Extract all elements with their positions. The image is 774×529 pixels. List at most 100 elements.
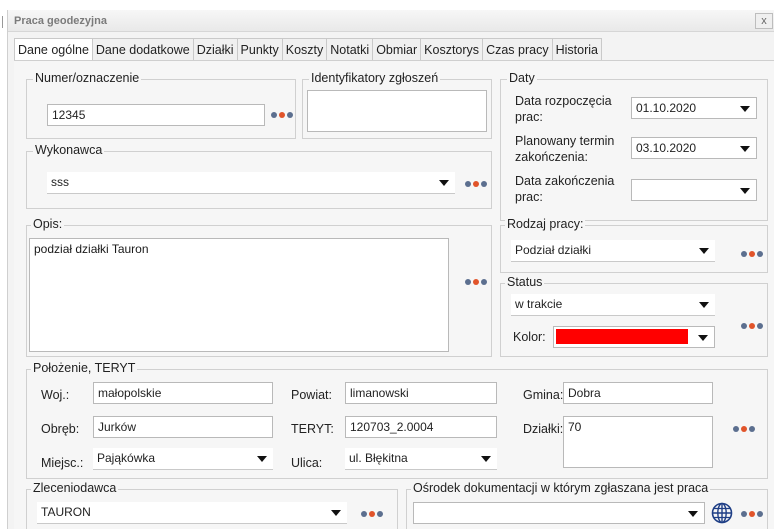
group-daty: Daty Data rozpoczęcia prac: 01.10.2020 P… — [500, 71, 768, 221]
start-date-label-line2: prac: — [515, 110, 543, 124]
obreb-input[interactable]: Jurków — [93, 416, 273, 438]
chevron-down-icon — [740, 188, 750, 194]
tab-czas-pracy[interactable]: Czas pracy — [482, 38, 553, 60]
end-date-picker[interactable] — [631, 179, 757, 201]
wykonawca-value: sss — [51, 175, 69, 189]
group-status: Status w trakcie Kolor: — [500, 275, 769, 357]
miejsc-select[interactable]: Pająkówka — [93, 448, 273, 470]
osrodek-select[interactable] — [413, 502, 705, 524]
start-date-value: 01.10.2020 — [636, 101, 697, 115]
osrodek-more-icon[interactable] — [741, 510, 769, 518]
tab-punkty[interactable]: Punkty — [236, 38, 283, 60]
group-numer: Numer/oznaczenie 12345 — [26, 71, 299, 139]
woj-input[interactable]: małopolskie — [93, 382, 273, 404]
teryt-input[interactable]: 120703_2.0004 — [345, 416, 497, 438]
chevron-down-icon — [698, 335, 708, 341]
zleceniodawca-value: TAURON — [41, 505, 91, 519]
dzialki-label: Działki: — [523, 422, 564, 436]
title-bar: Praca geodezyjna x — [8, 10, 774, 32]
rodzaj-more-icon[interactable] — [741, 250, 769, 258]
status-legend: Status — [505, 275, 545, 289]
chevron-down-icon — [740, 106, 750, 112]
planned-date-value: 03.10.2020 — [636, 141, 697, 155]
obreb-label: Obręb: — [41, 422, 80, 436]
tab-kosztorys[interactable]: Kosztorys — [420, 38, 484, 60]
wykonawca-more-icon[interactable] — [465, 180, 493, 188]
rodzaj-value: Podział działki — [515, 243, 592, 257]
planned-date-picker[interactable]: 03.10.2020 — [631, 137, 757, 159]
chevron-down-icon — [257, 456, 267, 462]
polozenie-legend: Położenie, TERYT — [31, 361, 138, 375]
rodzaj-select[interactable]: Podział działki — [511, 240, 715, 262]
powiat-input[interactable]: limanowski — [345, 382, 497, 404]
tab-obmiar[interactable]: Obmiar — [372, 38, 422, 60]
wykonawca-legend: Wykonawca — [33, 143, 105, 157]
chevron-down-icon — [699, 248, 709, 254]
kolor-select[interactable] — [553, 326, 715, 348]
chevron-down-icon — [688, 511, 698, 517]
woj-label: Woj.: — [41, 388, 70, 402]
dzialki-more-icon[interactable] — [733, 425, 761, 433]
tab-panel-dane-ogolne: Numer/oznaczenie 12345 Identyfikatory zg… — [14, 60, 774, 529]
start-date-label-line1: Data rozpoczęcia — [515, 94, 612, 108]
gmina-input[interactable]: Dobra — [563, 382, 713, 404]
numer-more-icon[interactable] — [271, 111, 299, 119]
chevron-down-icon — [331, 510, 341, 516]
globe-icon[interactable] — [711, 502, 733, 524]
miejsc-label: Miejsc.: — [41, 456, 84, 470]
opis-legend: Opis: — [31, 217, 65, 231]
osrodek-legend: Ośrodek dokumentacji w którym zgłaszana … — [411, 481, 711, 495]
miejsc-value: Pająkówka — [97, 451, 156, 465]
status-more-icon[interactable] — [741, 322, 769, 330]
tab-strip: Dane ogólne Dane dodatkowe Działki Punkt… — [14, 38, 602, 62]
zleceniodawca-legend: Zleceniodawca — [31, 481, 119, 495]
tab-notatki[interactable]: Notatki — [326, 38, 374, 60]
ulica-select[interactable]: ul. Błękitna — [345, 448, 497, 470]
kolor-label: Kolor: — [513, 330, 546, 344]
chevron-down-icon — [481, 456, 491, 462]
opis-more-icon[interactable] — [465, 278, 493, 286]
wykonawca-select[interactable]: sss — [47, 172, 455, 194]
group-identyfikatory: Identyfikatory zgłoszeń — [302, 71, 492, 139]
ulica-label: Ulica: — [291, 456, 323, 470]
group-opis: Opis: podział działki Tauron — [26, 217, 493, 357]
powiat-label: Powiat: — [291, 388, 332, 402]
teryt-label: TERYT: — [291, 422, 334, 436]
tab-dane-dodatkowe[interactable]: Dane dodatkowe — [91, 38, 194, 60]
numer-input[interactable]: 12345 — [47, 104, 265, 126]
identyfikatory-legend: Identyfikatory zgłoszeń — [309, 71, 441, 85]
color-swatch — [556, 329, 688, 344]
end-date-label-line2: prac: — [515, 190, 543, 204]
chevron-down-icon — [699, 302, 709, 308]
start-date-picker[interactable]: 01.10.2020 — [631, 97, 757, 119]
planned-date-label-line1: Planowany termin — [515, 134, 615, 148]
group-polozenie: Położenie, TERYT Woj.: małopolskie Powia… — [26, 361, 768, 479]
end-date-label-line1: Data zakończenia — [515, 174, 615, 188]
tab-historia[interactable]: Historia — [551, 38, 602, 60]
identyfikatory-input[interactable] — [307, 90, 487, 132]
tab-dane-ogolne[interactable]: Dane ogólne — [14, 38, 93, 62]
zleceniodawca-select[interactable]: TAURON — [37, 502, 347, 524]
ulica-value: ul. Błękitna — [349, 451, 408, 465]
status-value: w trakcie — [515, 297, 563, 311]
tab-dzialki[interactable]: Działki — [192, 38, 238, 60]
group-wykonawca: Wykonawca sss — [26, 143, 493, 209]
rodzaj-legend: Rodzaj pracy: — [505, 217, 586, 231]
dialog-window: Praca geodezyjna x Dane ogólne Dane doda… — [7, 10, 774, 529]
close-button[interactable]: x — [755, 13, 773, 29]
tab-koszty[interactable]: Koszty — [281, 38, 328, 60]
opis-textarea[interactable]: podział działki Tauron — [29, 238, 449, 352]
chevron-down-icon — [740, 146, 750, 152]
left-edge-marker — [2, 16, 5, 28]
group-osrodek: Ośrodek dokumentacji w którym zgłaszana … — [406, 481, 769, 529]
group-zleceniodawca: Zleceniodawca TAURON — [26, 481, 398, 529]
zleceniodawca-more-icon[interactable] — [361, 510, 389, 518]
chevron-down-icon — [439, 180, 449, 186]
gmina-label: Gmina: — [523, 388, 564, 402]
planned-date-label-line2: zakończenia: — [515, 150, 588, 164]
status-select[interactable]: w trakcie — [511, 294, 715, 316]
group-rodzaj-pracy: Rodzaj pracy: Podział działki — [500, 217, 769, 273]
window-title: Praca geodezyjna — [14, 15, 107, 27]
dzialki-textarea[interactable]: 70 — [563, 416, 713, 468]
numer-legend: Numer/oznaczenie — [33, 71, 142, 85]
